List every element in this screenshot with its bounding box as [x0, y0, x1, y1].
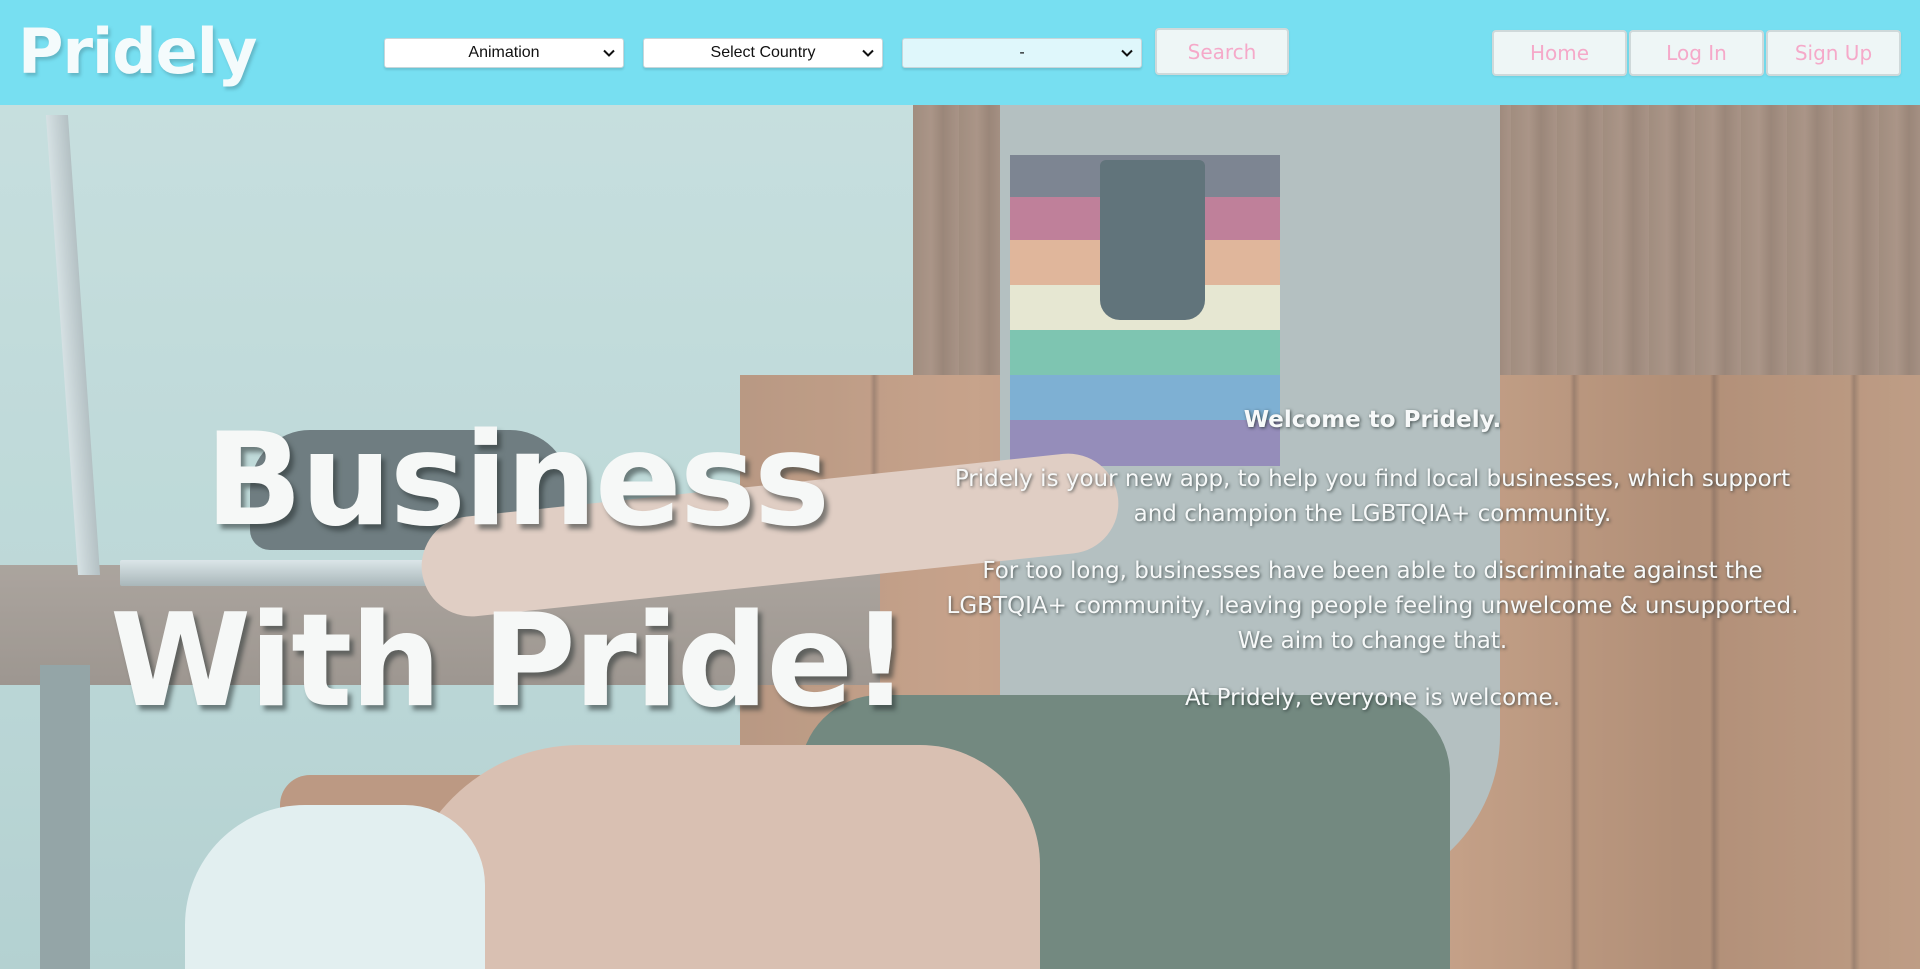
site-logo[interactable]: Pridely	[18, 12, 257, 92]
category-select-value: Animation	[468, 44, 540, 61]
top-navigation-bar: Pridely Animation Select Country - Searc…	[0, 0, 1920, 105]
intro-paragraph-1: Pridely is your new app, to help you fin…	[954, 466, 1791, 527]
country-select-value: Select Country	[710, 44, 816, 61]
hero-intro-text: Welcome to Pridely. Pridely is your new …	[930, 400, 1815, 716]
hero-headline-line2: With Pride!	[110, 587, 910, 736]
category-select[interactable]: Animation	[384, 38, 624, 68]
nav-signup-button[interactable]: Sign Up	[1766, 30, 1901, 76]
nav-login-button[interactable]: Log In	[1629, 30, 1764, 76]
hero-headline-line1: Business	[205, 406, 830, 555]
chevron-down-icon	[1121, 49, 1133, 57]
chevron-down-icon	[603, 49, 615, 57]
intro-paragraph-2: For too long, businesses have been able …	[946, 558, 1799, 654]
nav-home-button[interactable]: Home	[1492, 30, 1627, 76]
search-button[interactable]: Search	[1155, 28, 1289, 75]
welcome-heading: Welcome to Pridely.	[1243, 407, 1502, 433]
city-select-value: -	[1019, 44, 1025, 61]
intro-paragraph-3: At Pridely, everyone is welcome.	[1184, 685, 1561, 711]
city-select[interactable]: -	[902, 38, 1142, 68]
chevron-down-icon	[862, 49, 874, 57]
country-select[interactable]: Select Country	[643, 38, 883, 68]
